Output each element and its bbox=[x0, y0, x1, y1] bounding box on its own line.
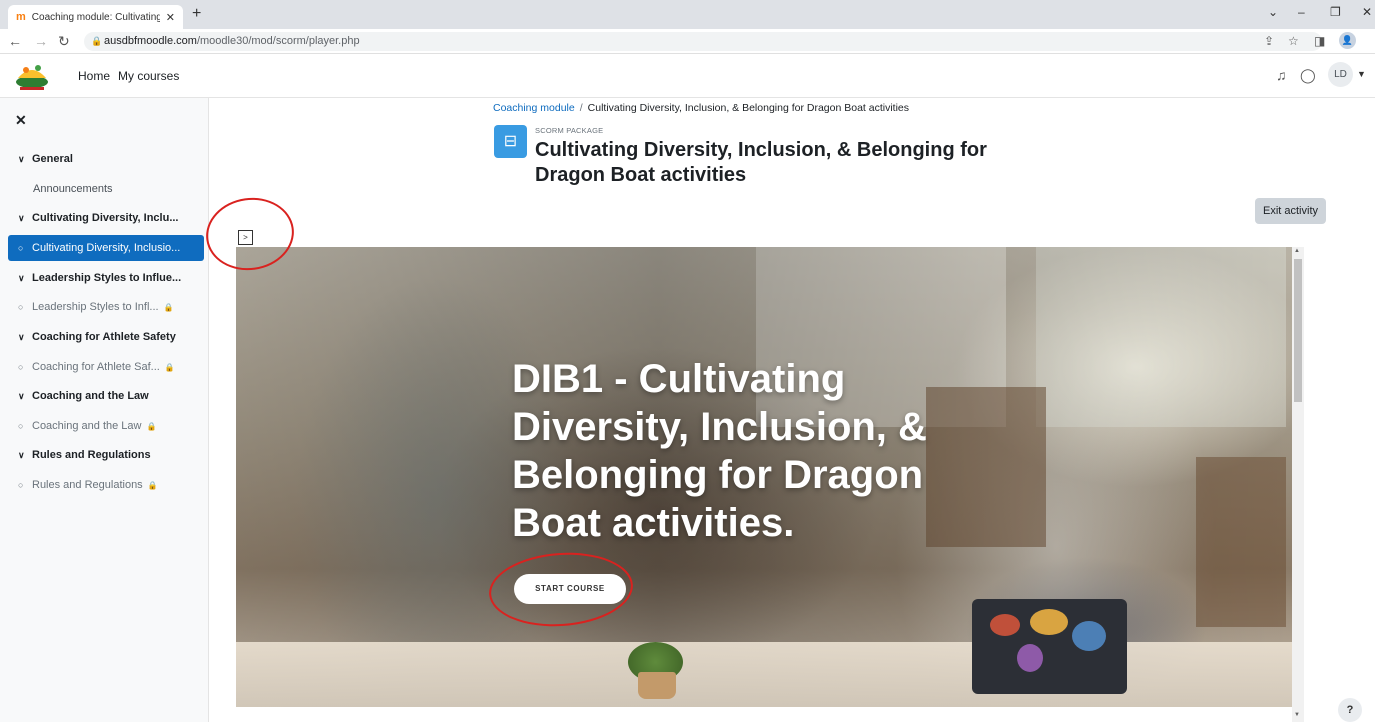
exit-activity-button[interactable]: Exit activity bbox=[1255, 198, 1326, 224]
browser-toolbar: ← → ↻ 🔒 ausdbfmoodle.com/moodle30/mod/sc… bbox=[0, 29, 1375, 54]
scorm-package-icon: ⊟ bbox=[494, 125, 527, 158]
chevron-down-icon: ∨ bbox=[18, 154, 25, 164]
chevron-down-icon: ∨ bbox=[18, 450, 25, 460]
close-drawer-icon[interactable]: ✕ bbox=[15, 112, 27, 129]
sidebar-item-label: Cultivating Diversity, Inclu... bbox=[32, 212, 179, 224]
sidebar-item-announcements[interactable]: Announcements bbox=[0, 176, 209, 202]
browser-tab-strip: m Coaching module: Cultivating Di ✕ + ⌄ … bbox=[0, 0, 1375, 29]
plant-pot-image bbox=[638, 672, 676, 699]
activity-circle-icon: ○ bbox=[18, 302, 24, 312]
chevron-down-icon: ∨ bbox=[18, 332, 25, 342]
sidebar-item-leadership[interactable]: ○ Leadership Styles to Infl... 🔒 bbox=[0, 294, 209, 320]
address-bar[interactable]: 🔒 ausdbfmoodle.com/moodle30/mod/scorm/pl… bbox=[84, 32, 1322, 51]
messages-icon[interactable]: ◯ bbox=[1300, 67, 1316, 84]
sidebar-section-athlete-safety[interactable]: ∨ Coaching for Athlete Safety bbox=[0, 324, 209, 350]
lock-icon: 🔒 bbox=[91, 36, 103, 46]
sidebar-item-label: Coaching for Athlete Saf... bbox=[32, 361, 160, 373]
sidebar-section-law[interactable]: ∨ Coaching and the Law bbox=[0, 383, 209, 409]
breadcrumb: Coaching module / Cultivating Diversity, I… bbox=[493, 102, 909, 114]
lock-icon: 🔒 bbox=[146, 422, 157, 431]
browser-tab[interactable]: m Coaching module: Cultivating Di ✕ bbox=[8, 5, 183, 29]
meeting-table bbox=[236, 642, 1292, 707]
scroll-down-icon[interactable]: ▼ bbox=[1294, 712, 1300, 718]
chevron-down-icon: ∨ bbox=[18, 273, 25, 283]
nav-home[interactable]: Home bbox=[78, 69, 110, 83]
sidebar-section-leadership[interactable]: ∨ Leadership Styles to Influe... bbox=[0, 265, 209, 291]
sidebar-item-label: Announcements bbox=[33, 183, 113, 195]
sidebar-item-athlete-safety[interactable]: ○ Coaching for Athlete Saf... 🔒 bbox=[0, 354, 209, 380]
chevron-down-icon[interactable]: ▼ bbox=[1357, 69, 1366, 79]
module-type-label: SCORM PACKAGE bbox=[535, 126, 604, 135]
restore-icon[interactable]: ❐ bbox=[1330, 5, 1341, 19]
lock-icon: 🔒 bbox=[147, 481, 158, 490]
breadcrumb-link-coaching-module[interactable]: Coaching module bbox=[493, 102, 575, 114]
page-title: Cultivating Diversity, Inclusion, & Belo… bbox=[535, 139, 987, 186]
back-icon[interactable]: ← bbox=[8, 33, 22, 49]
new-tab-button[interactable]: + bbox=[192, 5, 201, 23]
minimize-icon[interactable]: – bbox=[1298, 5, 1305, 19]
sidebar-item-label: Rules and Regulations bbox=[32, 449, 151, 461]
side-panel-icon[interactable]: ◨ bbox=[1314, 34, 1325, 48]
chevron-down-icon: ∨ bbox=[18, 391, 25, 401]
sidebar-item-label: Coaching and the Law bbox=[32, 420, 142, 432]
activity-circle-icon: ○ bbox=[18, 480, 24, 490]
lock-icon: 🔒 bbox=[163, 303, 174, 312]
scrollbar-thumb[interactable] bbox=[1294, 259, 1302, 402]
sidebar-section-general[interactable]: ∨ General bbox=[0, 146, 209, 172]
activity-circle-icon: ○ bbox=[18, 362, 24, 372]
chevron-down-icon: ∨ bbox=[18, 213, 25, 223]
activity-circle-icon: ○ bbox=[18, 243, 24, 253]
reload-icon[interactable]: ↻ bbox=[58, 33, 70, 50]
sidebar-item-label: Rules and Regulations bbox=[32, 479, 143, 491]
laptop-image bbox=[972, 599, 1127, 694]
tab-close-icon[interactable]: ✕ bbox=[166, 11, 175, 24]
bookmark-star-icon[interactable]: ☆ bbox=[1288, 34, 1299, 48]
scorm-content-frame: DIB1 - Cultivating Diversity, Inclusion,… bbox=[236, 247, 1292, 707]
url-path: /moodle30/mod/scorm/player.php bbox=[196, 35, 360, 47]
sidebar-item-label: Coaching and the Law bbox=[32, 390, 149, 402]
browser-profile-icon[interactable]: 👤 bbox=[1339, 32, 1356, 49]
activity-circle-icon: ○ bbox=[18, 421, 24, 431]
sidebar-item-label: Leadership Styles to Influe... bbox=[32, 272, 182, 284]
site-logo[interactable] bbox=[14, 58, 50, 94]
sidebar-section-diversity[interactable]: ∨ Cultivating Diversity, Inclu... bbox=[0, 205, 209, 231]
help-button[interactable]: ? bbox=[1338, 698, 1362, 722]
tab-title: Coaching module: Cultivating Di bbox=[31, 11, 160, 23]
course-index-drawer: ✕ ∨ General Announcements ∨ Cultivating Di… bbox=[0, 98, 209, 722]
sidebar-item-diversity-active[interactable]: ○ Cultivating Diversity, Inclusio... bbox=[8, 235, 204, 261]
moodle-favicon-icon: m bbox=[16, 11, 26, 23]
url-host: ausdbfmoodle.com bbox=[104, 35, 197, 47]
forward-icon[interactable]: → bbox=[34, 33, 48, 49]
scroll-up-icon[interactable]: ▲ bbox=[1294, 248, 1300, 254]
breadcrumb-separator: / bbox=[579, 102, 583, 114]
sidebar-item-rules[interactable]: ○ Rules and Regulations 🔒 bbox=[0, 472, 209, 498]
share-icon[interactable]: ⇪ bbox=[1264, 34, 1274, 48]
lock-icon: 🔒 bbox=[164, 363, 175, 372]
scorm-course-title: DIB1 - Cultivating Diversity, Inclusion,… bbox=[512, 357, 927, 545]
sidebar-item-label: General bbox=[32, 153, 73, 165]
frame-scrollbar[interactable]: ▲ ▼ bbox=[1292, 247, 1304, 722]
close-window-icon[interactable]: ✕ bbox=[1362, 5, 1372, 19]
site-header: Home My courses ♫ ◯ LD ▼ bbox=[0, 54, 1375, 98]
nav-my-courses[interactable]: My courses bbox=[118, 69, 179, 83]
tab-search-icon[interactable]: ⌄ bbox=[1268, 5, 1278, 19]
sidebar-section-rules[interactable]: ∨ Rules and Regulations bbox=[0, 442, 209, 468]
breadcrumb-current: Cultivating Diversity, Inclusion, & Belo… bbox=[587, 102, 910, 114]
notifications-bell-icon[interactable]: ♫ bbox=[1276, 67, 1287, 83]
sidebar-item-law[interactable]: ○ Coaching and the Law 🔒 bbox=[0, 413, 209, 439]
sidebar-item-label: Leadership Styles to Infl... bbox=[32, 301, 159, 313]
sidebar-item-label: Cultivating Diversity, Inclusio... bbox=[32, 242, 181, 254]
user-avatar[interactable]: LD bbox=[1328, 62, 1353, 87]
sidebar-item-label: Coaching for Athlete Safety bbox=[32, 331, 176, 343]
